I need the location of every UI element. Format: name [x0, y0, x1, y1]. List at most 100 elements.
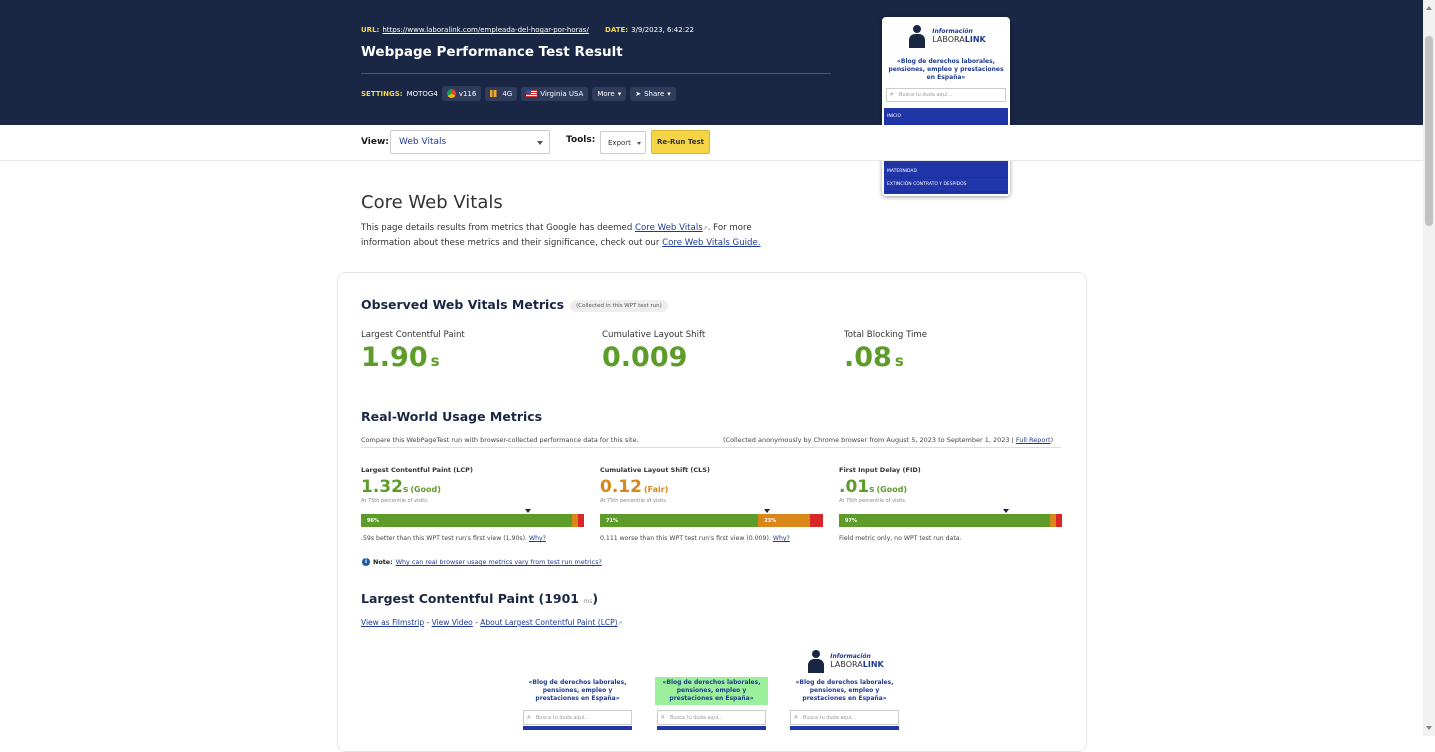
send-icon: ➤	[635, 89, 642, 98]
share-button[interactable]: ➤ Share ▾	[630, 86, 676, 101]
intro-text-a: This page details results from metrics t…	[361, 223, 636, 233]
header-divider	[361, 73, 831, 74]
frame-search: Busca tu duda aquí...	[790, 710, 899, 726]
tested-url-link[interactable]: https://www.laboralink.com/empleada-del-…	[382, 26, 588, 34]
scroll-down-icon[interactable]	[1426, 726, 1432, 733]
rw-metric-title: Largest Contentful Paint (LCP)	[361, 466, 473, 474]
info-icon: i	[362, 558, 370, 566]
note-label: Note:	[373, 558, 393, 566]
site-search-field: Busca tu duda aquí...	[886, 88, 1006, 103]
cls-value: 0.009	[602, 342, 688, 373]
frame-logo-area	[655, 645, 768, 677]
rw-metric-value: 0.12 (Fair)	[600, 477, 669, 497]
view-select[interactable]: Web Vitals	[390, 130, 550, 154]
why-link[interactable]: Why?	[529, 535, 546, 542]
date-label: DATE:	[605, 26, 629, 34]
connection-chip: 4G	[485, 86, 518, 101]
good-segment: 96%	[361, 514, 572, 527]
lcp-section-title: Largest Contentful Paint (1901 ms)	[361, 591, 599, 606]
lcp-value: 1.90 s	[361, 342, 440, 373]
core-web-vitals-link[interactable]: Core Web Vitals	[635, 223, 703, 233]
frame-logo: Información LABORALINK	[788, 645, 901, 677]
more-label: More	[597, 89, 615, 98]
compare-text: Compare this WebPageTest run with browse…	[361, 436, 639, 444]
distribution-bar: 71% 23%	[600, 509, 823, 527]
frame-tagline: «Blog de derechos laborales, pensiones, …	[795, 679, 894, 703]
realworld-metrics-title: Real-World Usage Metrics	[361, 409, 543, 424]
filmstrip-frame[interactable]: «Blog de derechos laborales, pensiones, …	[521, 645, 634, 736]
comparison-note: 0.111 worse than this WPT test run's fir…	[600, 535, 790, 542]
export-button[interactable]: Export	[600, 131, 646, 154]
logo-figure-icon	[906, 23, 928, 49]
view-toolbar: View: Web Vitals Tools: Export Re-Run Te…	[0, 125, 1423, 161]
more-button[interactable]: More ▾	[592, 86, 627, 101]
test-location: Virginia USA	[540, 89, 584, 98]
metric-label: Total Blocking Time	[844, 330, 928, 340]
metrics-vary-link[interactable]: Why can real browser usage metrics vary …	[396, 558, 602, 566]
page-screenshot-thumbnail[interactable]: Información LABORALINK «Blog de derechos…	[882, 17, 1010, 196]
logo-top-text: Información	[932, 27, 973, 35]
why-link[interactable]: Why?	[773, 535, 790, 542]
filmstrip-frame[interactable]: Información LABORALINK «Blog de derechos…	[788, 645, 901, 736]
page-scrollbar[interactable]	[1423, 0, 1435, 736]
comparison-note: .59s better than this WPT test run's fir…	[361, 535, 546, 542]
divider	[361, 447, 1061, 448]
rw-cls: Cumulative Layout Shift (CLS) 0.12 (Fair)…	[600, 466, 823, 542]
frame-tagline: «Blog de derechos laborales, pensiones, …	[528, 679, 627, 703]
comparison-note: Field metric only, no WPT test run data.	[839, 535, 962, 542]
collected-text: (Collected anonymously by Chrome browser…	[723, 436, 1054, 444]
chevron-down-icon: ▾	[617, 89, 622, 98]
frame-search: Busca tu duda aquí...	[523, 710, 632, 726]
full-report-link[interactable]: Full Report	[1016, 436, 1051, 444]
rw-lcp: Largest Contentful Paint (LCP) 1.32s (Goo…	[361, 466, 584, 542]
percentile-note: At 75th percentile of visits.	[600, 498, 668, 504]
device-name: MOTOG4	[406, 89, 438, 98]
distribution-bar: 97%	[839, 509, 1062, 527]
fair-segment: 23%	[758, 514, 810, 527]
intro-text: This page details results from metrics t…	[361, 221, 791, 251]
rw-metric-title: Cumulative Layout Shift (CLS)	[600, 466, 710, 474]
metric-label: Cumulative Layout Shift	[602, 330, 706, 340]
scroll-up-icon[interactable]	[1426, 3, 1432, 10]
p75-marker-icon	[764, 509, 771, 513]
url-label: URL:	[361, 26, 380, 34]
poor-segment	[809, 514, 823, 527]
page-title: Webpage Performance Test Result	[361, 44, 623, 60]
filmstrip-frame-lcp[interactable]: «Blog de derechos laborales, pensiones, …	[655, 645, 768, 736]
frame-menu	[657, 726, 766, 731]
observed-metrics-title: Observed Web Vitals Metrics (Collected in…	[361, 297, 668, 312]
about-lcp-link[interactable]: About Largest Contentful Paint (LCP)	[480, 618, 617, 627]
scrollbar-thumb[interactable]	[1425, 36, 1433, 226]
metric-label: Largest Contentful Paint	[361, 330, 465, 340]
rw-metric-title: First Input Delay (FID)	[839, 466, 921, 474]
connection-type: 4G	[502, 89, 513, 98]
collected-pill: (Collected in this WPT test run)	[570, 299, 668, 312]
logo-main-text: LABORALINK	[932, 35, 985, 45]
lcp-links: View as Filmstrip - View Video - About L…	[361, 618, 623, 627]
note-line: i Note: Why can real browser usage metri…	[362, 558, 602, 566]
test-date: 3/9/2023, 6:42:22	[631, 26, 694, 34]
site-menu-item: EXTINCIÓN CONTRATO Y DESPIDOS	[884, 178, 1008, 192]
percentile-note: At 75th percentile of visits.	[839, 498, 907, 504]
test-meta: URL: https://www.laboralink.com/empleada-…	[361, 26, 694, 34]
logo-main-b: LINK	[964, 34, 986, 44]
share-label: Share	[644, 89, 665, 98]
browser-chip: v116	[441, 86, 482, 101]
section-title: Core Web Vitals	[361, 192, 503, 213]
logo-top-text: Información	[830, 652, 871, 660]
chevron-down-icon: ▾	[667, 89, 671, 98]
frame-tagline-highlight: «Blog de derechos laborales, pensiones, …	[655, 677, 768, 706]
frame-logo-area	[521, 645, 634, 677]
filmstrip-link[interactable]: View as Filmstrip	[361, 618, 424, 627]
rerun-test-button[interactable]: Re-Run Test	[651, 130, 710, 154]
p75-marker-icon	[1003, 509, 1010, 513]
good-segment: 97%	[839, 514, 1050, 527]
rw-fid: First Input Delay (FID) .01s (Good) At 75…	[839, 466, 1062, 542]
site-menu-item: MATERNIDAD	[884, 165, 1008, 179]
view-video-link[interactable]: View Video	[432, 618, 473, 627]
logo-main-a: LABORA	[932, 34, 965, 44]
core-web-vitals-guide-link[interactable]: Core Web Vitals Guide.	[662, 238, 760, 248]
tbt-value: .08 s	[844, 342, 904, 373]
settings-label: SETTINGS:	[361, 89, 403, 98]
logo-figure-icon	[805, 648, 827, 674]
